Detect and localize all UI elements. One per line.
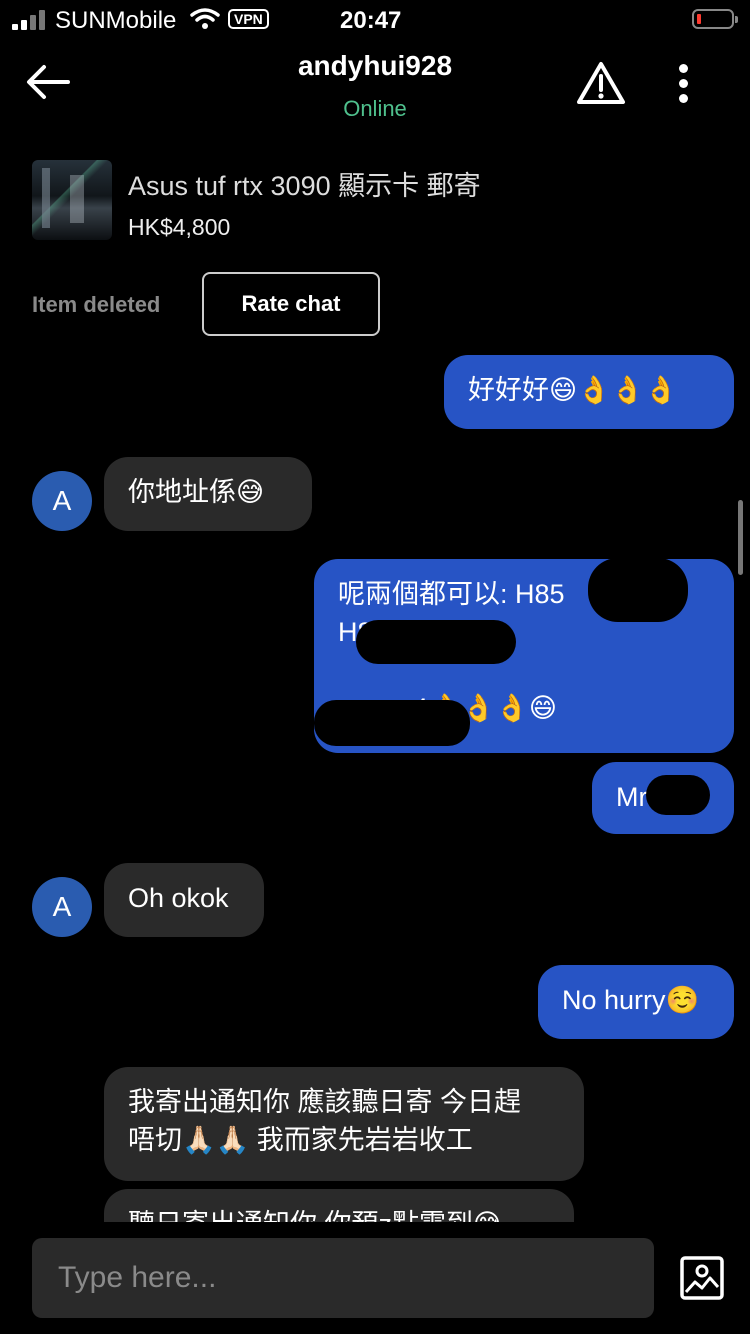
message-bubble[interactable]: 好好好😄👌👌👌 [444,355,734,429]
battery-icon [692,9,738,29]
rate-chat-button[interactable]: Rate chat [202,272,380,336]
scrollbar[interactable] [738,500,743,575]
listing-thumbnail[interactable] [32,160,112,240]
photo-icon[interactable] [680,1256,724,1300]
message-bubble[interactable]: Oh okok [104,863,264,937]
signal-icon [12,10,48,30]
message-input[interactable] [32,1238,654,1318]
message-bubble[interactable]: 我寄出通知你 應該聽日寄 今日趕 唔切🙏🏻🙏🏻 我而家先岩岩收工 [104,1067,584,1181]
warning-icon[interactable] [576,60,626,106]
status-bar: SUNMobile VPN 20:47 [0,0,750,40]
redaction-mark [314,700,470,746]
more-vertical-icon[interactable] [672,62,694,106]
status-time: 20:47 [340,7,402,34]
online-status: Online [343,96,407,121]
message-bubble[interactable]: 你地址係😅 [104,457,312,531]
redaction-mark [356,620,516,664]
message-bubble[interactable]: No hurry☺️ [538,965,734,1039]
chat-username[interactable]: andyhui928 [0,50,750,82]
redaction-mark [646,775,710,815]
vpn-badge: VPN [228,9,269,29]
wifi-icon [190,8,220,29]
redaction-mark [588,558,688,622]
carrier-name: SUNMobile [55,7,177,34]
avatar[interactable]: A [32,471,92,531]
composer-bar [0,1222,750,1334]
avatar[interactable]: A [32,877,92,937]
item-deleted-label: Item deleted [32,292,161,317]
listing-title[interactable]: Asus tuf rtx 3090 顯示卡 郵寄 [128,164,481,203]
listing-price: HK$4,800 [128,214,231,240]
